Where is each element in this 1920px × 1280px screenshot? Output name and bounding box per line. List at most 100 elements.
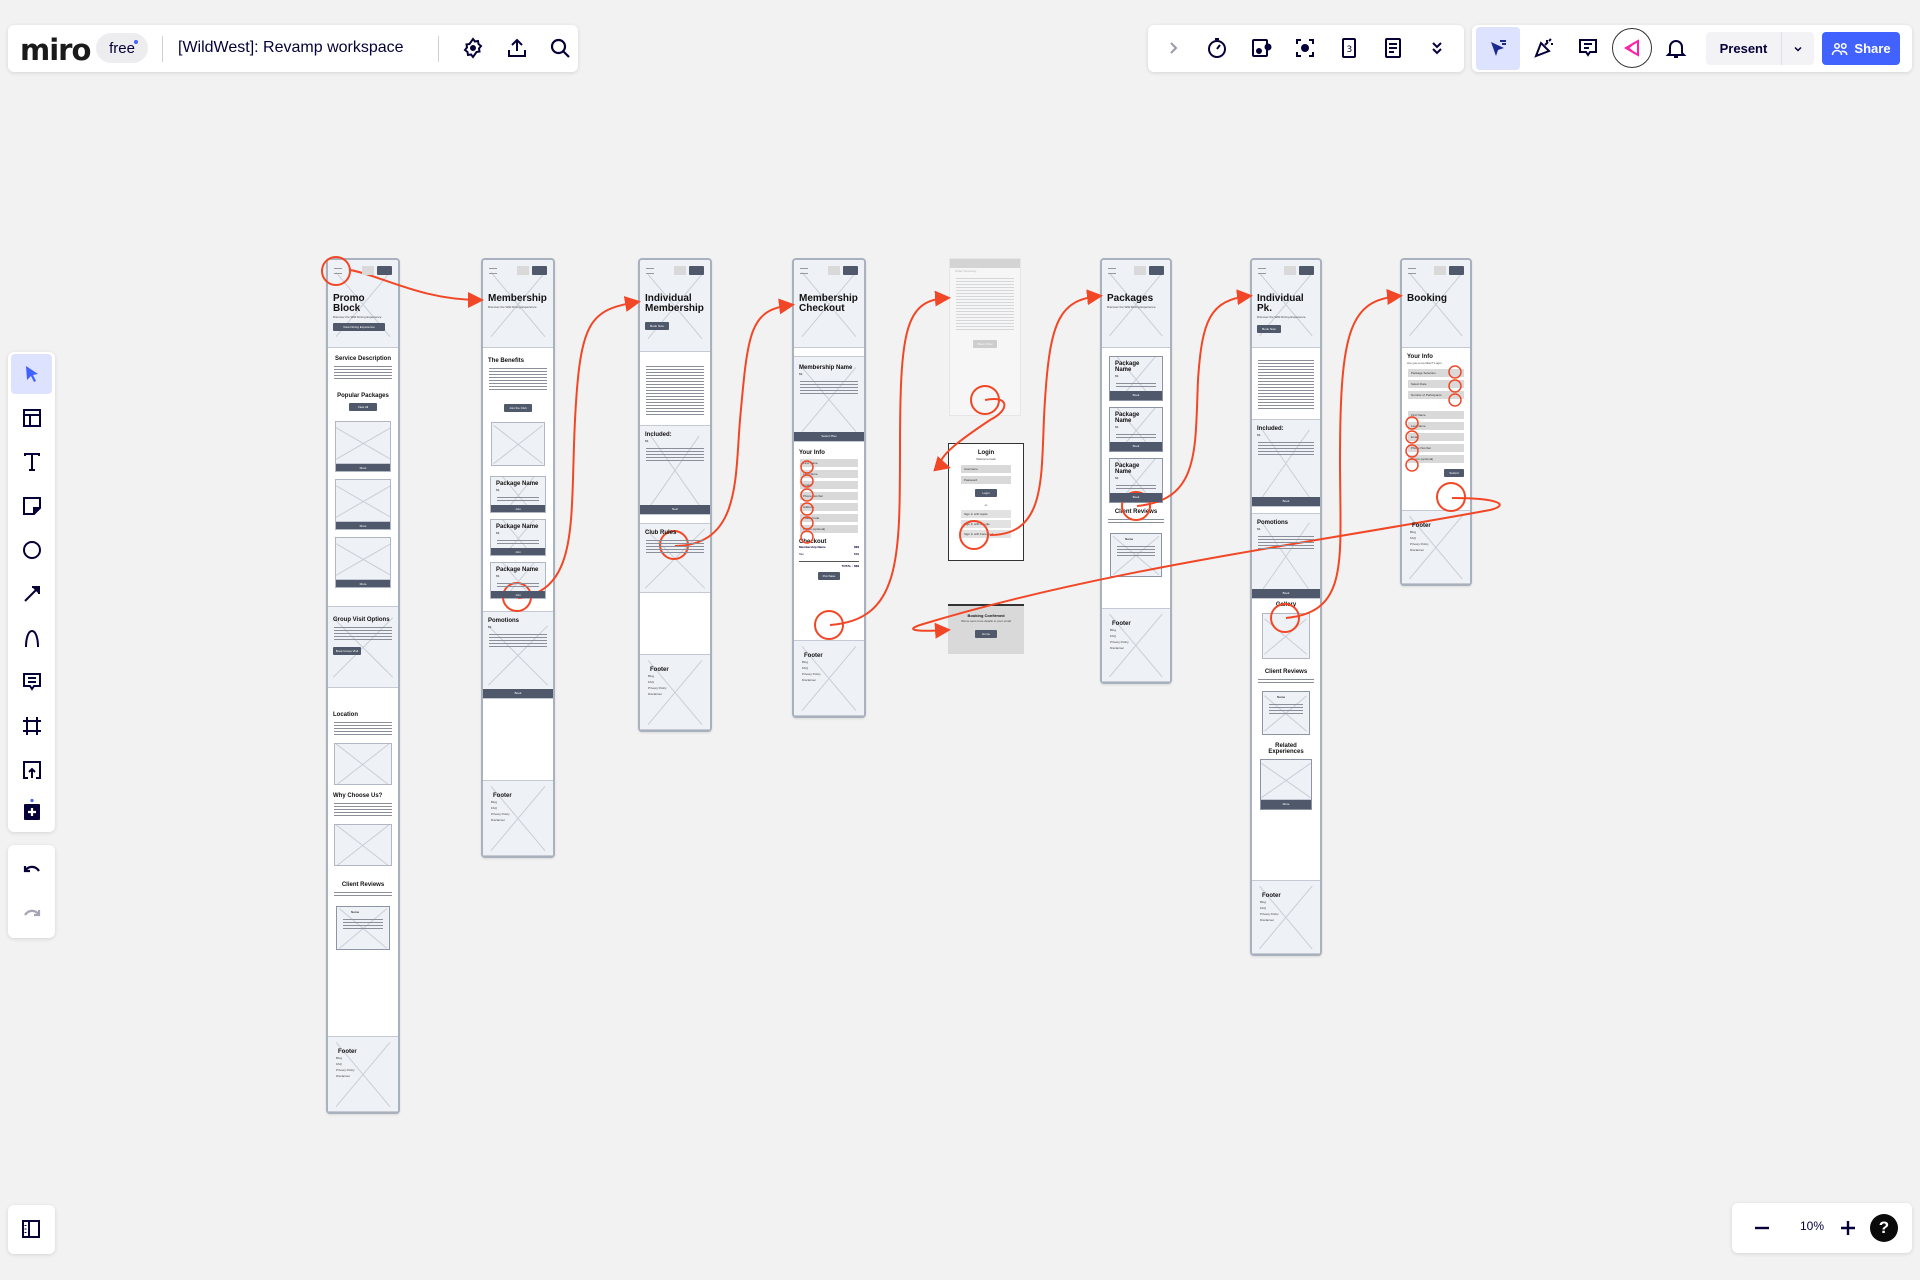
present-options-button[interactable] [1782,32,1814,65]
line-item: Tax $$$ [799,552,859,556]
miro-logo[interactable]: miro [20,33,91,67]
form-field: Postal Code [800,514,858,522]
frame-membership[interactable]: Membership Discover the Wild Dining Expe… [481,258,555,858]
notifications-button[interactable] [1656,28,1696,68]
footer-link: Disclaimer [802,678,817,682]
zoom-in-button[interactable] [1828,1208,1868,1248]
help-button[interactable]: ? [1870,1214,1898,1242]
password-field: Password [961,476,1011,484]
login-button: Login [975,489,997,497]
settings-button[interactable] [453,28,493,68]
export-button[interactable] [497,28,537,68]
login-subtitle: Welcome back [976,457,996,461]
comments-button[interactable] [1568,28,1608,68]
redo-button[interactable] [11,893,52,933]
present-group: Present [1706,32,1814,65]
join-club-button: Join the Club [504,404,532,412]
chevron-right-icon [1170,42,1178,54]
cards-button[interactable]: 3 [1329,28,1369,68]
search-button[interactable] [540,28,580,68]
sticky-note-icon [22,497,41,515]
frame-login[interactable]: Login Welcome back Username Password Log… [948,443,1024,561]
zoom-level[interactable]: 10% [1792,1219,1832,1233]
frame-individual-pk[interactable]: Individual Pk. Discover the Wild Dining … [1250,258,1322,956]
tool-comment[interactable] [11,662,52,702]
undo-button[interactable] [11,849,52,889]
footer-section: Footer Blog FAQ Privacy Policy Disclaime… [328,1036,398,1112]
timer-button[interactable] [1197,28,1237,68]
frame-membership-checkout[interactable]: Membership Checkout Membership Name $$ S… [792,258,866,718]
group-cta: Book Group Visit [333,647,361,655]
tool-shape[interactable] [11,530,52,570]
tool-upload[interactable] [11,750,52,790]
frame-individual-membership[interactable]: Individual Membership Book Now Included:… [638,258,712,732]
footer-link: Disclaimer [491,818,506,822]
expand-toolbar-button[interactable] [1153,28,1193,68]
card-button: More [336,522,390,529]
tool-sticky-note[interactable] [11,486,52,526]
form-field: First Name [800,459,858,467]
footer-link: Disclaimer [648,692,663,696]
more-tools-button[interactable] [1417,28,1457,68]
section-title: Popular Packages [337,393,389,399]
section-title: Related Experiences [1268,743,1304,755]
celebrate-button[interactable] [1524,28,1564,68]
view-all-button: View All [349,403,377,411]
section-title: Gallery [1275,602,1297,608]
upload-icon [22,761,41,779]
hero-title: Individual Membership [645,293,704,314]
tool-text[interactable] [11,442,52,482]
chevron-down-icon [1794,46,1802,52]
frame-packages[interactable]: Packages Discover the Wild Dining Experi… [1100,258,1172,684]
divider [162,36,163,62]
bar-button: Book [1252,497,1320,506]
tool-select[interactable] [11,354,52,394]
tool-pen[interactable] [11,618,52,658]
circle-shape-icon [22,541,41,559]
hero-subtitle: Discover the Wild Dining Experience [1257,315,1306,319]
tool-connection-line[interactable] [11,574,52,614]
board-title[interactable]: [WildWest]: Revamp workspace [178,39,404,57]
settings-icon [463,37,483,59]
username-field: Username [961,465,1011,473]
board-canvas[interactable]: Promo Block Discover the Wild Dining Exp… [0,0,1920,1280]
home-button: Home [975,630,997,638]
form-field: Phone Number [800,492,858,500]
zoom-out-button[interactable] [1742,1208,1782,1248]
frame-booking[interactable]: Booking Your Info Are you a member? Logi… [1400,258,1472,586]
templates-icon [22,409,41,427]
frame-order-summary[interactable]: Order Summary Place Order [949,258,1021,416]
toggle-sidebar-button[interactable] [11,1209,51,1249]
hero-title: Membership Checkout [799,293,858,314]
tool-more-apps[interactable] [11,790,52,830]
reactions-cursor-button[interactable] [1476,27,1520,70]
review-name: Name [1277,695,1286,699]
user-avatar[interactable] [1612,28,1652,68]
frame-icon [22,717,41,735]
notes-button[interactable] [1373,28,1413,68]
submit-button: Submit [1444,469,1464,477]
present-button[interactable]: Present [1706,32,1782,65]
sidebar-panel-icon [22,1220,40,1238]
frame-promo-block[interactable]: Promo Block Discover the Wild Dining Exp… [326,258,400,1114]
tool-templates[interactable] [11,398,52,438]
double-chevron-down-icon [1432,42,1442,55]
frame-booking-confirmed[interactable]: Booking Confirmed We've sent more detail… [948,604,1024,654]
card-button: Book [1110,442,1162,451]
package-select: Package Selection [1408,369,1464,377]
focus-button[interactable] [1285,28,1325,68]
share-label: Share [1854,41,1891,56]
footer-link: Disclaimer [1410,548,1425,552]
plan-label: free [109,39,135,57]
form-field: Promo (optional) [1408,455,1464,463]
card-button: Join [491,505,545,512]
bar-button: Book [483,689,553,698]
tool-frame[interactable] [11,706,52,746]
collaboration-tools: 3 [1148,25,1464,72]
voting-button[interactable] [1241,28,1281,68]
hero-cta: View Dining Experience [333,323,385,331]
share-button[interactable]: Share [1822,32,1900,65]
footer-link: Disclaimer [336,1074,351,1078]
plan-badge[interactable]: free [96,33,148,63]
or-divider: or [984,503,988,507]
